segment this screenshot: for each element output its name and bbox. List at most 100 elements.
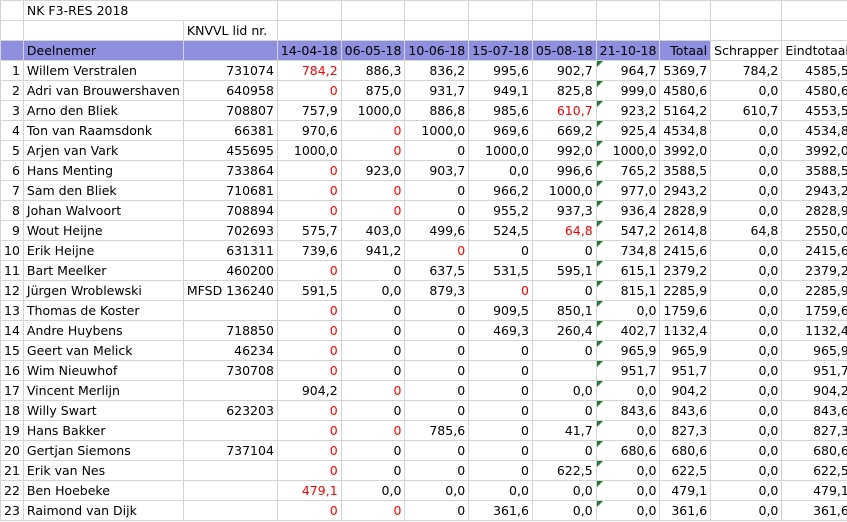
row-number[interactable]: 5 bbox=[0, 140, 24, 161]
score-cell[interactable]: 909,5 bbox=[468, 300, 533, 321]
totaal-cell[interactable]: 965,9 bbox=[659, 340, 712, 361]
score-cell[interactable]: 0 bbox=[340, 340, 406, 361]
score-cell[interactable]: 936,4 bbox=[595, 200, 661, 221]
score-cell[interactable]: 1000,0 bbox=[468, 140, 533, 161]
knvvl-number[interactable]: 733864 bbox=[182, 160, 278, 181]
schrapper-cell[interactable]: 0,0 bbox=[710, 280, 783, 301]
header-deelnemer[interactable]: Deelnemer bbox=[22, 40, 184, 61]
totaal-cell[interactable]: 2828,9 bbox=[659, 200, 712, 221]
eindtotaal-cell[interactable]: 4534,8 bbox=[781, 120, 847, 141]
knvvl-number[interactable]: 66381 bbox=[182, 120, 278, 141]
score-cell[interactable]: 0 bbox=[340, 400, 406, 421]
participant-name[interactable]: Vincent Merlijn bbox=[22, 380, 184, 401]
score-cell[interactable]: 479,1 bbox=[276, 480, 342, 501]
score-cell[interactable]: 0 bbox=[276, 340, 342, 361]
score-cell[interactable]: 784,2 bbox=[276, 60, 342, 81]
score-cell[interactable]: 765,2 bbox=[595, 160, 661, 181]
row-number[interactable]: 9 bbox=[0, 220, 24, 241]
score-cell[interactable]: 999,0 bbox=[595, 80, 661, 101]
participant-name[interactable]: Geert van Melick bbox=[22, 340, 184, 361]
totaal-cell[interactable]: 843,6 bbox=[659, 400, 712, 421]
score-cell[interactable]: 0,0 bbox=[340, 280, 406, 301]
row-number[interactable]: 20 bbox=[0, 440, 24, 461]
knvvl-number[interactable] bbox=[182, 420, 278, 441]
score-cell[interactable]: 680,6 bbox=[595, 440, 661, 461]
score-cell[interactable]: 0 bbox=[531, 400, 597, 421]
knvvl-number[interactable]: 708807 bbox=[182, 100, 278, 121]
schrapper-cell[interactable]: 0,0 bbox=[710, 180, 783, 201]
header-eindtotaal[interactable]: Eindtotaal bbox=[781, 40, 847, 61]
score-cell[interactable]: 0 bbox=[531, 340, 597, 361]
totaal-cell[interactable]: 4534,8 bbox=[659, 120, 712, 141]
score-cell[interactable]: 0 bbox=[276, 320, 342, 341]
score-cell[interactable]: 0 bbox=[340, 420, 406, 441]
knvvl-number[interactable] bbox=[182, 500, 278, 521]
participant-name[interactable]: Wim Nieuwhof bbox=[22, 360, 184, 381]
score-cell[interactable]: 886,8 bbox=[404, 100, 470, 121]
score-cell[interactable]: 0 bbox=[340, 260, 406, 281]
eindtotaal-cell[interactable]: 904,2 bbox=[781, 380, 847, 401]
score-cell[interactable]: 0 bbox=[468, 280, 533, 301]
totaal-cell[interactable]: 904,2 bbox=[659, 380, 712, 401]
row-number[interactable]: 15 bbox=[0, 340, 24, 361]
eindtotaal-cell[interactable]: 3992,0 bbox=[781, 140, 847, 161]
score-cell[interactable]: 0 bbox=[276, 360, 342, 381]
eindtotaal-cell[interactable]: 2943,2 bbox=[781, 180, 847, 201]
knvvl-number[interactable]: 631311 bbox=[182, 240, 278, 261]
eindtotaal-cell[interactable]: 4553,5 bbox=[781, 100, 847, 121]
score-cell[interactable]: 622,5 bbox=[531, 460, 597, 481]
score-cell[interactable]: 402,7 bbox=[595, 320, 661, 341]
totaal-cell[interactable]: 2415,6 bbox=[659, 240, 712, 261]
score-cell[interactable]: 0 bbox=[404, 360, 470, 381]
row-number[interactable]: 17 bbox=[0, 380, 24, 401]
row-number[interactable]: 10 bbox=[0, 240, 24, 261]
score-cell[interactable]: 469,3 bbox=[468, 320, 533, 341]
schrapper-cell[interactable]: 0,0 bbox=[710, 460, 783, 481]
score-cell[interactable]: 0,0 bbox=[595, 420, 661, 441]
score-cell[interactable]: 1000,0 bbox=[404, 120, 470, 141]
totaal-cell[interactable]: 951,7 bbox=[659, 360, 712, 381]
score-cell[interactable]: 0 bbox=[404, 500, 470, 521]
header-date-5[interactable]: 05-08-18 bbox=[531, 40, 597, 61]
score-cell[interactable]: 0 bbox=[340, 360, 406, 381]
score-cell[interactable]: 1000,0 bbox=[340, 100, 406, 121]
schrapper-cell[interactable]: 64,8 bbox=[710, 220, 783, 241]
eindtotaal-cell[interactable]: 680,6 bbox=[781, 440, 847, 461]
score-cell[interactable]: 637,5 bbox=[404, 260, 470, 281]
totaal-cell[interactable]: 2285,9 bbox=[659, 280, 712, 301]
score-cell[interactable]: 886,3 bbox=[340, 60, 406, 81]
participant-name[interactable]: Wout Heijne bbox=[22, 220, 184, 241]
score-cell[interactable]: 923,2 bbox=[595, 100, 661, 121]
schrapper-cell[interactable]: 0,0 bbox=[710, 360, 783, 381]
score-cell[interactable]: 0 bbox=[468, 340, 533, 361]
eindtotaal-cell[interactable]: 965,9 bbox=[781, 340, 847, 361]
header-totaal[interactable]: Totaal bbox=[659, 40, 712, 61]
score-cell[interactable]: 0 bbox=[340, 380, 406, 401]
score-cell[interactable]: 669,2 bbox=[531, 120, 597, 141]
score-cell[interactable]: 0 bbox=[404, 340, 470, 361]
participant-name[interactable]: Willem Verstralen bbox=[22, 60, 184, 81]
score-cell[interactable]: 610,7 bbox=[531, 100, 597, 121]
score-cell[interactable]: 815,1 bbox=[595, 280, 661, 301]
score-cell[interactable]: 0,0 bbox=[340, 480, 406, 501]
eindtotaal-cell[interactable]: 951,7 bbox=[781, 360, 847, 381]
score-cell[interactable]: 0 bbox=[340, 460, 406, 481]
score-cell[interactable]: 0 bbox=[531, 440, 597, 461]
eindtotaal-cell[interactable]: 2828,9 bbox=[781, 200, 847, 221]
knvvl-number[interactable]: 731074 bbox=[182, 60, 278, 81]
score-cell[interactable]: 951,7 bbox=[595, 360, 661, 381]
score-cell[interactable]: 0,0 bbox=[595, 480, 661, 501]
participant-name[interactable]: Arjen van Vark bbox=[22, 140, 184, 161]
row-number[interactable]: 18 bbox=[0, 400, 24, 421]
score-cell[interactable]: 941,2 bbox=[340, 240, 406, 261]
totaal-cell[interactable]: 827,3 bbox=[659, 420, 712, 441]
knvvl-number[interactable]: 460200 bbox=[182, 260, 278, 281]
score-cell[interactable]: 524,5 bbox=[468, 220, 533, 241]
score-cell[interactable]: 996,6 bbox=[531, 160, 597, 181]
score-cell[interactable]: 0 bbox=[276, 260, 342, 281]
score-cell[interactable]: 903,7 bbox=[404, 160, 470, 181]
schrapper-cell[interactable]: 0,0 bbox=[710, 420, 783, 441]
score-cell[interactable]: 260,4 bbox=[531, 320, 597, 341]
header-schrapper[interactable]: Schrapper bbox=[710, 40, 783, 61]
score-cell[interactable]: 955,2 bbox=[468, 200, 533, 221]
